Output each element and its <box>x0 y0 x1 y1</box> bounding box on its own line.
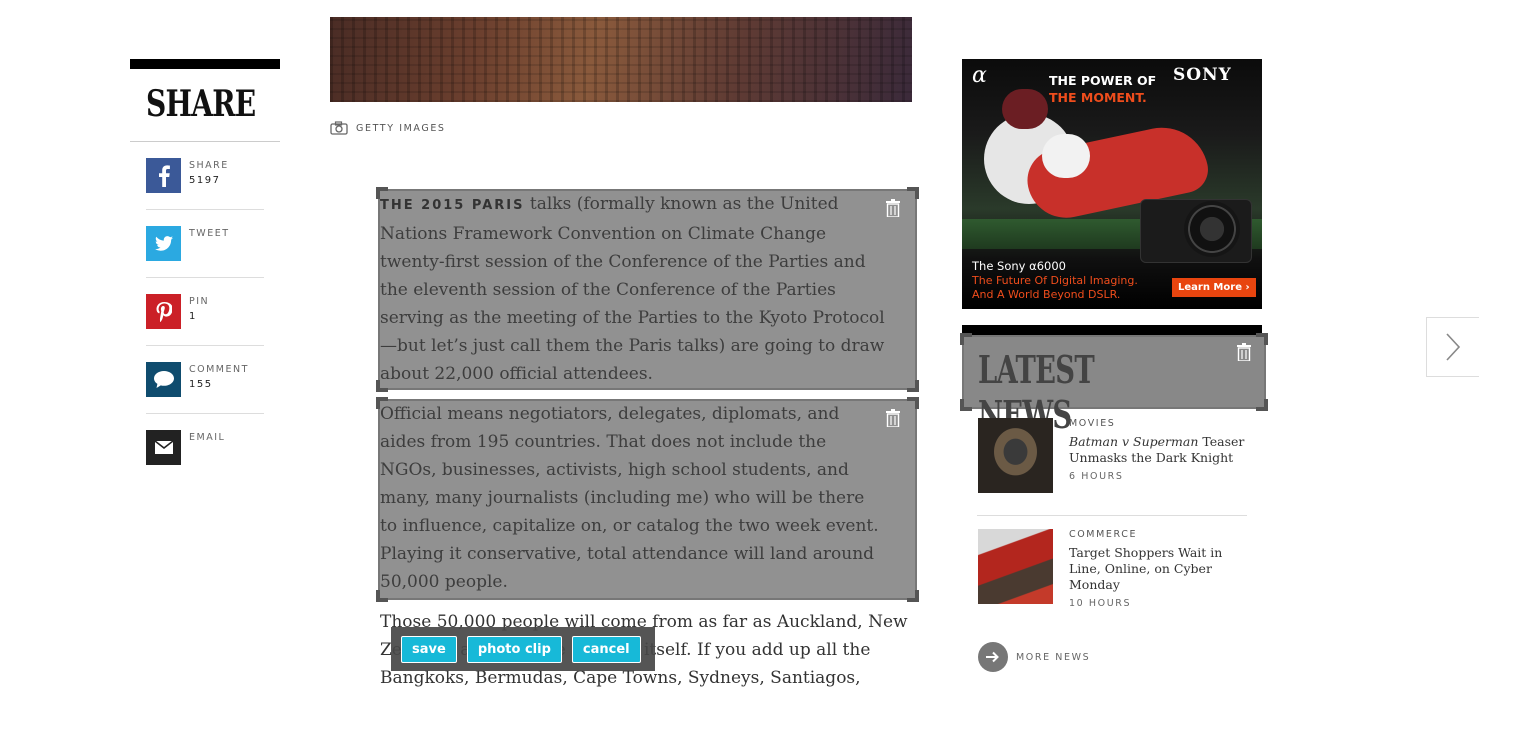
pin-label: PIN <box>189 296 210 307</box>
chevron-right-icon <box>1446 333 1461 361</box>
news-headline[interactable]: Batman v Superman Teaser Unmasks the Dar… <box>1069 434 1248 466</box>
ad-model: The Sony α6000 <box>972 259 1066 273</box>
news-top-bar <box>962 325 1262 335</box>
resize-handle[interactable] <box>376 397 388 409</box>
share-label: SHARE <box>189 160 229 171</box>
resize-handle[interactable] <box>960 333 972 345</box>
image-credit-text: GETTY IMAGES <box>356 122 446 134</box>
photo-clip-button[interactable]: photo clip <box>466 635 562 663</box>
comment-label: COMMENT <box>189 364 249 375</box>
more-news-link[interactable]: MORE NEWS <box>978 642 1090 672</box>
paragraph-text: talks (formally known as the United Nati… <box>380 194 885 384</box>
email-label: EMAIL <box>189 432 226 443</box>
resize-handle[interactable] <box>907 397 919 409</box>
ad-brand-logo: SONY <box>1173 65 1232 85</box>
resize-handle[interactable] <box>1256 399 1268 411</box>
article-paragraph: THE 2015 PARIS talks (formally known as … <box>380 190 915 388</box>
trash-icon[interactable] <box>886 199 900 217</box>
news-separator <box>977 515 1247 516</box>
share-top-bar <box>130 59 280 69</box>
news-thumbnail[interactable] <box>978 529 1053 604</box>
share-separator <box>146 413 264 414</box>
ad-helmet-image <box>1042 134 1090 178</box>
lead-in: THE 2015 PARIS <box>380 198 525 213</box>
share-separator <box>146 209 264 210</box>
tweet-label: TWEET <box>189 228 230 239</box>
share-count: 5197 <box>189 175 221 186</box>
more-news-label: MORE NEWS <box>1016 651 1091 663</box>
resize-handle[interactable] <box>907 380 919 392</box>
resize-handle[interactable] <box>376 590 388 602</box>
arrow-right-circle-icon[interactable] <box>978 642 1008 672</box>
save-button[interactable]: save <box>401 635 457 663</box>
news-thumbnail[interactable] <box>978 418 1053 493</box>
ad-headline: THE POWER OF <box>1049 73 1157 88</box>
resize-handle[interactable] <box>907 590 919 602</box>
clip-selection-latest-news[interactable]: LATEST NEWS <box>960 333 1268 437</box>
share-title: SHARE <box>146 83 256 125</box>
hero-image <box>330 17 912 102</box>
ad-headline-accent: THE MOMENT. <box>1049 90 1147 105</box>
ad-camera-lens <box>1184 201 1240 257</box>
share-comment[interactable]: COMMENT 155 <box>146 362 264 398</box>
resize-handle[interactable] <box>907 187 919 199</box>
clip-selection-paragraph-1[interactable]: THE 2015 PARIS talks (formally known as … <box>376 187 919 392</box>
news-category: MOVIES <box>1069 418 1116 429</box>
share-divider <box>130 141 280 142</box>
ad-tagline: And A World Beyond DSLR. <box>972 288 1121 301</box>
facebook-icon[interactable] <box>146 158 181 193</box>
news-category: COMMERCE <box>1069 529 1138 540</box>
share-separator <box>146 277 264 278</box>
resize-handle[interactable] <box>376 380 388 392</box>
article-paragraph: Official means negotiators, delegates, d… <box>380 404 879 592</box>
ad-learn-more-button[interactable]: Learn More › <box>1172 278 1256 297</box>
trash-icon[interactable] <box>886 409 900 427</box>
comment-count: 155 <box>189 379 213 390</box>
news-item[interactable]: COMMERCE Target Shoppers Wait in Line, O… <box>978 529 1248 609</box>
comment-icon[interactable] <box>146 362 181 397</box>
pinterest-icon[interactable] <box>146 294 181 329</box>
sony-ad[interactable]: α THE POWER OF THE MOMENT. SONY The Sony… <box>962 59 1262 309</box>
resize-handle[interactable] <box>376 187 388 199</box>
clip-selection-paragraph-2[interactable]: Official means negotiators, delegates, d… <box>376 397 919 602</box>
email-icon[interactable] <box>146 430 181 465</box>
news-time: 6 HOURS <box>1069 471 1124 482</box>
ad-alpha-logo: α <box>972 63 987 88</box>
share-facebook[interactable]: SHARE 5197 <box>146 158 264 194</box>
next-article-button[interactable] <box>1426 317 1479 377</box>
resize-handle[interactable] <box>960 399 972 411</box>
news-time: 10 HOURS <box>1069 598 1132 609</box>
share-twitter[interactable]: TWEET <box>146 226 264 262</box>
pin-count: 1 <box>189 311 197 322</box>
cancel-button[interactable]: cancel <box>571 635 641 663</box>
camera-icon <box>330 121 348 135</box>
news-headline[interactable]: Target Shoppers Wait in Line, Online, on… <box>1069 545 1248 593</box>
share-email[interactable]: EMAIL <box>146 430 264 466</box>
image-credit: GETTY IMAGES <box>330 121 446 135</box>
ad-tagline: The Future Of Digital Imaging. <box>972 274 1138 287</box>
share-pinterest[interactable]: PIN 1 <box>146 294 264 330</box>
ad-helmet-image <box>1002 89 1048 129</box>
resize-handle[interactable] <box>1256 333 1268 345</box>
trash-icon[interactable] <box>1237 343 1251 361</box>
share-separator <box>146 345 264 346</box>
news-item[interactable]: MOVIES Batman v Superman Teaser Unmasks … <box>978 418 1248 493</box>
twitter-icon[interactable] <box>146 226 181 261</box>
clip-toolbar: save photo clip cancel <box>391 627 655 671</box>
